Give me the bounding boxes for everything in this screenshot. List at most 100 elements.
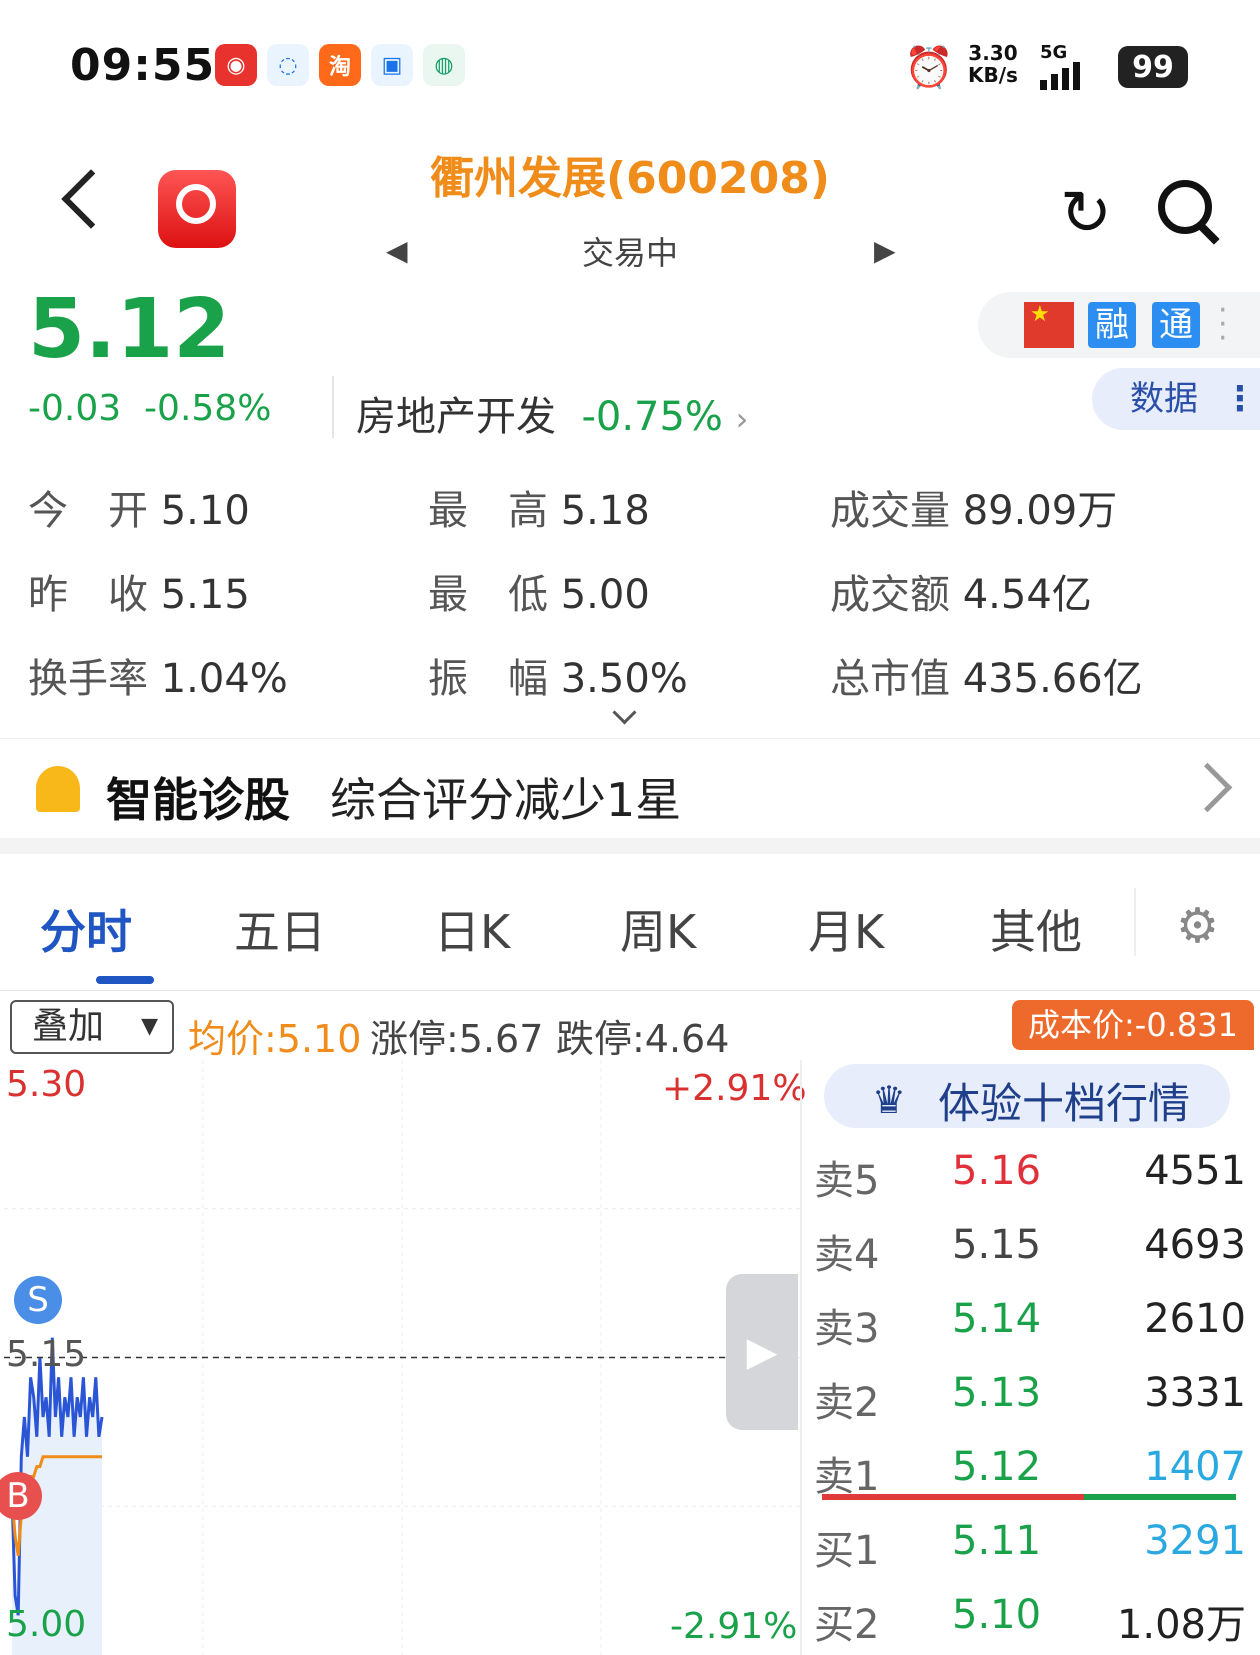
stat-value: 3.50% — [560, 656, 688, 702]
order-volume: 2610 — [1144, 1296, 1246, 1342]
divider — [1134, 888, 1136, 956]
alarm-icon: ⏰ — [904, 45, 954, 91]
limit-down: 跌停:4.64 — [556, 1017, 730, 1061]
stat-market-cap: 总市值 435.66亿 — [830, 646, 1143, 704]
order-volume: 3291 — [1144, 1518, 1246, 1564]
divider — [0, 738, 1260, 739]
sector-link[interactable]: 房地产开发 -0.75% › — [356, 384, 748, 442]
cost-price-badge[interactable]: 成本价:-0.831 — [1012, 1000, 1254, 1050]
margin-badge[interactable]: 融 — [1088, 302, 1136, 348]
stat-value: 89.09万 — [962, 488, 1118, 534]
intraday-chart[interactable] — [4, 1060, 800, 1655]
connect-badge[interactable]: 通 — [1152, 302, 1200, 348]
pct-label-bottom: -2.91% — [670, 1606, 798, 1647]
stat-prev-close: 昨 收 5.15 — [28, 562, 250, 620]
stat-label: 总市值 — [830, 656, 950, 702]
stat-label: 今 开 — [28, 488, 148, 534]
stat-value: 435.66亿 — [962, 656, 1143, 702]
network-type: 5G — [1040, 42, 1068, 63]
sell-marker[interactable]: S — [14, 1276, 62, 1324]
sector-name: 房地产开发 — [356, 394, 556, 440]
overlay-label: 叠加 — [32, 1006, 105, 1047]
search-icon[interactable] — [1158, 180, 1212, 234]
stat-value: 5.18 — [560, 488, 650, 534]
average-price: 均价:5.10 — [188, 1017, 362, 1061]
stat-low: 最 低 5.00 — [428, 562, 650, 620]
stat-open: 今 开 5.10 — [28, 478, 250, 536]
order-level-label: 卖4 — [814, 1232, 880, 1278]
order-level-label: 卖5 — [814, 1158, 880, 1204]
sell-pressure-bar — [822, 1494, 1084, 1500]
buy-pressure-bar — [1084, 1494, 1236, 1500]
stat-label: 最 低 — [428, 572, 548, 618]
stat-label: 振 幅 — [428, 656, 548, 702]
tab-weekly-k[interactable]: 周K — [620, 896, 696, 962]
net-speed-value: 3.30 — [968, 41, 1018, 65]
current-price: 5.12 — [28, 282, 231, 377]
data-button[interactable]: 数据 ⋮ — [1092, 368, 1260, 430]
notification-icons: ◉ ◌ 淘 ▣ ◍ — [215, 44, 465, 86]
change-percent: -0.58% — [144, 388, 272, 429]
vip-level2-label: 体验十档行情 — [938, 1079, 1191, 1128]
more-vertical-icon[interactable]: · · · — [1218, 296, 1228, 354]
y-label-top: 5.30 — [6, 1064, 87, 1105]
status-time: 09:55 — [70, 40, 216, 91]
bell-icon — [36, 766, 80, 812]
stat-value: 5.10 — [160, 488, 250, 534]
order-volume: 1407 — [1144, 1444, 1246, 1490]
china-flag-icon[interactable]: ★ — [1024, 302, 1074, 348]
tab-daily-k[interactable]: 日K — [434, 896, 510, 962]
order-level-label: 卖3 — [814, 1306, 880, 1352]
order-level-label: 买2 — [814, 1602, 880, 1648]
section-gap — [0, 838, 1260, 854]
order-price: 5.15 — [952, 1222, 1042, 1268]
order-level-label: 买1 — [814, 1528, 880, 1574]
stat-value: 4.54亿 — [962, 572, 1092, 618]
tab-other[interactable]: 其他 — [990, 896, 1082, 962]
sector-percent: -0.75% — [581, 394, 723, 440]
stat-label: 成交额 — [830, 572, 950, 618]
order-price: 5.10 — [952, 1592, 1042, 1638]
divider — [0, 990, 1260, 991]
tab-intraday[interactable]: 分时 — [40, 896, 132, 962]
stat-value: 5.00 — [560, 572, 650, 618]
stat-value: 1.04% — [160, 656, 288, 702]
expand-stats-icon[interactable] — [612, 700, 637, 725]
chevron-right-icon: › — [735, 400, 749, 438]
refresh-icon[interactable]: ↻ — [1060, 176, 1112, 249]
stat-label: 成交量 — [830, 488, 950, 534]
order-price: 5.14 — [952, 1296, 1042, 1342]
tab-five-day[interactable]: 五日 — [234, 896, 326, 962]
diagnosis-text[interactable]: 综合评分减少1星 — [330, 764, 681, 830]
order-price: 5.16 — [952, 1148, 1042, 1194]
order-price: 5.11 — [952, 1518, 1042, 1564]
expand-panel-handle[interactable]: ▶ — [726, 1274, 798, 1430]
divider — [332, 376, 334, 438]
overlay-select[interactable]: 叠加 ▼ — [10, 1000, 174, 1054]
stat-high: 最 高 5.18 — [428, 478, 650, 536]
gear-icon[interactable]: ⚙ — [1176, 898, 1219, 954]
signal-icon — [1040, 62, 1080, 90]
caret-down-icon: ▼ — [141, 1014, 158, 1039]
chevron-right-icon[interactable] — [1182, 762, 1233, 813]
limit-up: 涨停:5.67 — [370, 1017, 544, 1061]
stat-label: 最 高 — [428, 488, 548, 534]
stat-amplitude: 振 幅 3.50% — [428, 646, 688, 704]
divider — [800, 1060, 802, 1655]
tab-monthly-k[interactable]: 月K — [808, 896, 884, 962]
order-volume: 4693 — [1144, 1222, 1246, 1268]
diagnosis-title[interactable]: 智能诊股 — [106, 764, 290, 830]
shopping-notification-icon: 淘 — [319, 44, 361, 86]
chat-notification-icon: ◌ — [267, 44, 309, 86]
message-notification-icon: ▣ — [371, 44, 413, 86]
change-value: -0.03 — [28, 388, 122, 429]
active-tab-indicator — [96, 976, 154, 984]
next-stock-button[interactable]: ▶ — [874, 234, 896, 267]
order-price: 5.13 — [952, 1370, 1042, 1416]
stat-value: 5.15 — [160, 572, 250, 618]
stat-turnover-amount: 成交额 4.54亿 — [830, 562, 1092, 620]
order-volume: 4551 — [1144, 1148, 1246, 1194]
price-change: -0.03 -0.58% — [28, 388, 271, 429]
stat-label: 昨 收 — [28, 572, 148, 618]
order-price: 5.12 — [952, 1444, 1042, 1490]
